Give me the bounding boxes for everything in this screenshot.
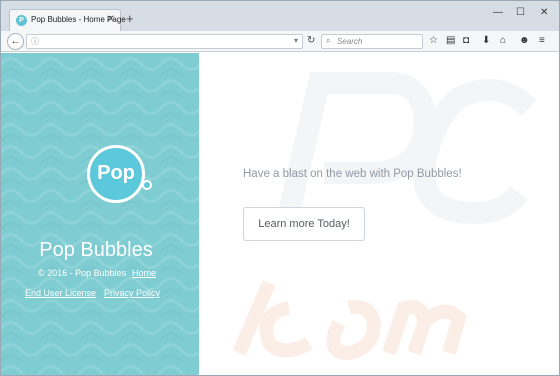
main-panel: Have a blast on the web with Pop Bubbles…	[199, 53, 559, 375]
copyright-text: © 2016 - Pop Bubbles	[38, 268, 127, 278]
navigation-toolbar: ← ⓘ ▾ ↻ ⌕ Search ☆ ▤ ◘ ⬇ ⌂ ☻ ≡	[1, 31, 559, 52]
page-content: Pop Pop Bubbles © 2016 - Pop Bubbles Hom…	[1, 53, 559, 375]
tagline: Have a blast on the web with Pop Bubbles…	[243, 168, 462, 180]
tab-strip: P Pop Bubbles - Home Page ✕ + — ☐ ✕	[1, 1, 559, 31]
maximize-button[interactable]: ☐	[516, 7, 525, 19]
search-input[interactable]: ⌕ Search	[321, 34, 423, 49]
sidebar: Pop Pop Bubbles © 2016 - Pop Bubbles Hom…	[1, 53, 199, 375]
browser-window: P Pop Bubbles - Home Page ✕ + — ☐ ✕ ← ⓘ …	[0, 0, 560, 376]
pop-bubbles-logo: Pop	[87, 145, 152, 203]
pocket-icon[interactable]: ◘	[463, 35, 469, 47]
home-icon[interactable]: ⌂	[500, 35, 506, 47]
url-dropdown-icon[interactable]: ▾	[294, 36, 298, 45]
logo-bubble-dot	[142, 180, 152, 190]
chat-icon[interactable]: ☻	[519, 35, 530, 47]
url-bar[interactable]: ⓘ ▾	[26, 34, 303, 49]
brand-name: Pop Bubbles	[39, 239, 153, 261]
reload-icon[interactable]: ↻	[307, 35, 315, 46]
new-tab-button[interactable]: +	[126, 12, 134, 25]
eula-link[interactable]: End User License	[25, 288, 96, 298]
privacy-policy-link[interactable]: Privacy Policy	[104, 288, 160, 298]
search-icon: ⌕	[326, 36, 331, 45]
minimize-button[interactable]: —	[493, 7, 503, 19]
back-button[interactable]: ←	[7, 33, 24, 50]
star-icon[interactable]: ☆	[429, 35, 438, 47]
reading-list-icon[interactable]: ▤	[446, 35, 455, 47]
menu-icon[interactable]: ≡	[539, 35, 545, 47]
info-icon[interactable]: ⓘ	[31, 36, 39, 47]
tab-close-icon[interactable]: ✕	[107, 14, 115, 26]
tab-pop-bubbles[interactable]: P Pop Bubbles - Home Page ✕	[9, 9, 126, 31]
wave-pattern	[1, 53, 199, 375]
home-link[interactable]: Home	[132, 268, 156, 278]
download-icon[interactable]: ⬇	[482, 35, 490, 47]
favicon-icon: P	[16, 15, 27, 26]
search-placeholder: Search	[337, 37, 363, 46]
logo-text: Pop	[97, 162, 135, 184]
close-window-button[interactable]: ✕	[540, 7, 548, 19]
learn-more-button[interactable]: Learn more Today!	[243, 207, 365, 241]
